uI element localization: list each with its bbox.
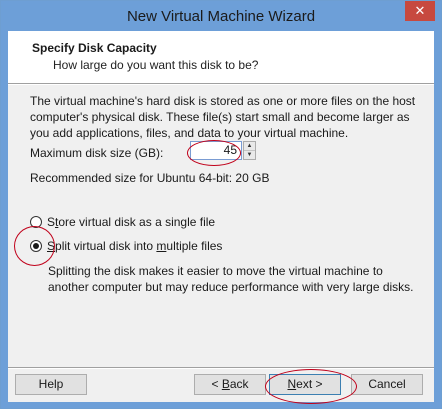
close-icon: ✕ [414,3,426,18]
window-title: New Virtual Machine Wizard [126,8,316,25]
recommended-size-text: Recommended size for Ubuntu 64-bit: 20 G… [30,171,270,185]
wizard-window: New Virtual Machine Wizard ✕ Specify Dis… [0,0,442,409]
split-files-radio[interactable] [30,240,42,252]
split-files-description: Splitting the disk makes it easier to mo… [48,264,414,294]
page-subtitle: How large do you want this disk to be? [53,58,259,72]
title-bar[interactable]: New Virtual Machine Wizard ✕ [1,1,441,31]
footer-divider [8,367,434,368]
close-button[interactable]: ✕ [405,1,435,21]
help-button[interactable]: Help [15,374,87,395]
disk-size-spinner[interactable]: ▲ ▼ [243,141,256,160]
next-button[interactable]: Next > [269,374,341,395]
single-file-option[interactable]: Store virtual disk as a single file [30,214,215,230]
single-file-label: Store virtual disk as a single file [47,215,216,229]
disk-size-input[interactable]: 45 [190,141,242,160]
header-divider [8,83,434,84]
back-button[interactable]: < Back [194,374,266,395]
spin-up-icon[interactable]: ▲ [244,142,255,151]
cancel-button[interactable]: Cancel [351,374,423,395]
single-file-radio[interactable] [30,216,42,228]
page-title: Specify Disk Capacity [32,41,157,55]
split-files-label: Split virtual disk into multiple files [47,239,223,253]
spin-down-icon[interactable]: ▼ [244,151,255,159]
disk-description: The virtual machine's hard disk is store… [30,94,416,140]
wizard-body: Specify Disk Capacity How large do you w… [8,31,434,402]
header-band: Specify Disk Capacity How large do you w… [8,31,434,83]
split-files-option[interactable]: Split virtual disk into multiple files [30,238,222,254]
disk-size-label: Maximum disk size (GB): [30,146,164,160]
